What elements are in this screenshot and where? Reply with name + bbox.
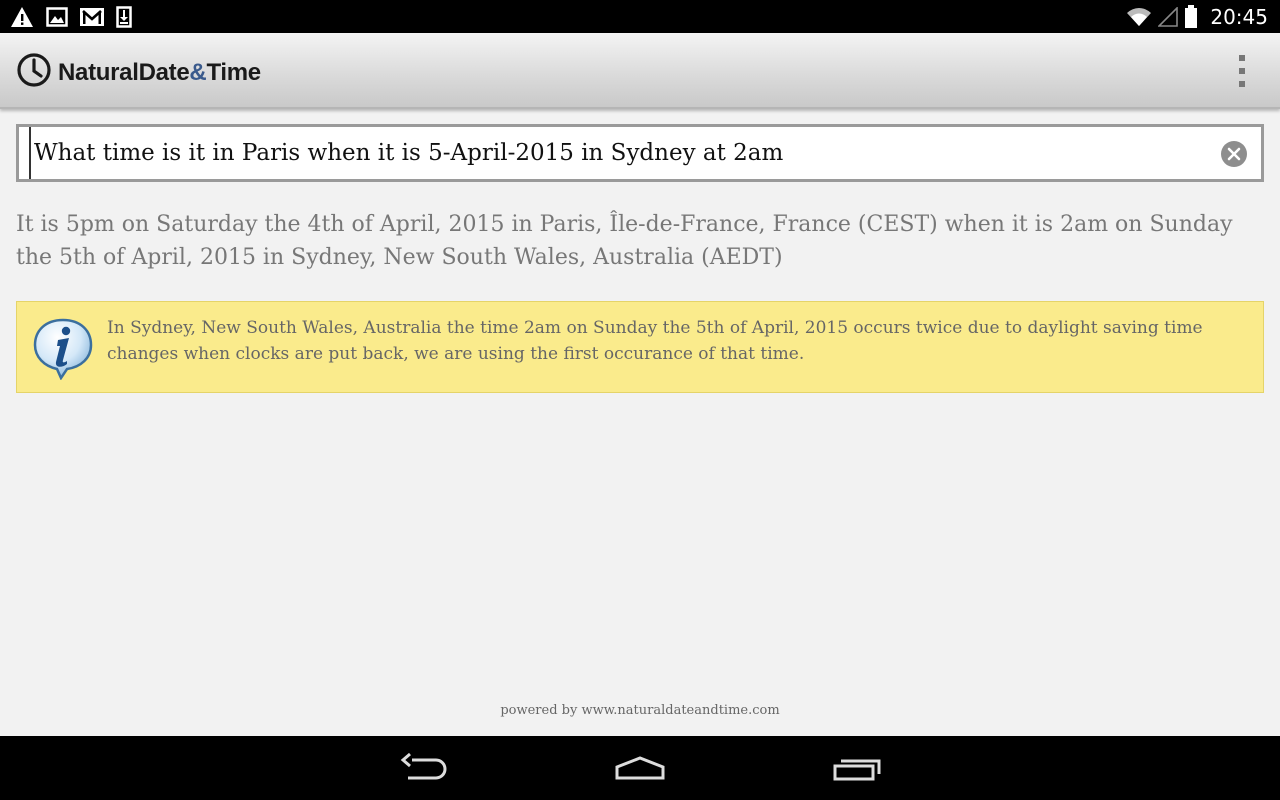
- search-input[interactable]: [29, 127, 1209, 179]
- app-title-part1: NaturalDate: [58, 58, 190, 86]
- search-box: [16, 124, 1264, 182]
- notification-icons: [10, 5, 132, 29]
- app-logo: NaturalDate&Time: [16, 52, 261, 93]
- back-icon[interactable]: [398, 750, 450, 791]
- recent-apps-icon[interactable]: [830, 750, 886, 791]
- home-icon[interactable]: [612, 750, 668, 791]
- info-icon: [31, 316, 95, 385]
- powered-by-link[interactable]: powered by www.naturaldateandtime.com: [0, 703, 1280, 718]
- status-bar: 20:45: [0, 0, 1280, 33]
- info-text: In Sydney, New South Wales, Australia th…: [107, 318, 1203, 364]
- overflow-menu-icon[interactable]: [1236, 55, 1248, 87]
- clear-icon[interactable]: [1221, 141, 1247, 167]
- action-bar: NaturalDate&Time: [0, 33, 1280, 109]
- app-title-part2: Time: [206, 58, 261, 86]
- gmail-icon: [80, 8, 104, 26]
- app-title: NaturalDate&Time: [58, 59, 261, 87]
- battery-icon: [1184, 5, 1198, 29]
- clock-icon: [16, 52, 52, 93]
- wifi-icon: [1126, 7, 1152, 27]
- info-notice: In Sydney, New South Wales, Australia th…: [16, 301, 1264, 393]
- status-time: 20:45: [1210, 5, 1268, 29]
- warning-icon: [10, 6, 34, 28]
- download-icon: [116, 6, 132, 28]
- answer-text: It is 5pm on Saturday the 4th of April, …: [16, 212, 1233, 270]
- system-indicators: 20:45: [1126, 4, 1268, 30]
- image-icon: [46, 7, 68, 27]
- navigation-bar: [0, 736, 1280, 800]
- app-title-amp: &: [189, 58, 207, 86]
- signal-icon: [1158, 7, 1179, 27]
